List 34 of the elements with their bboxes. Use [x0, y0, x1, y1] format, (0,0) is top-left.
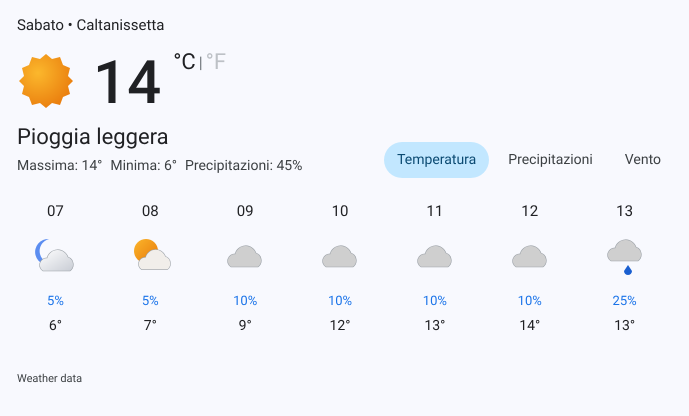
- hour-temperature: 9°: [238, 317, 252, 335]
- weather-detail: Minima: 6°: [110, 157, 178, 175]
- chart-tab[interactable]: Temperatura: [384, 142, 490, 178]
- hour-label: 10: [332, 201, 348, 221]
- precipitation-chance: 10%: [422, 293, 447, 311]
- hour-label: 12: [521, 201, 538, 221]
- hour-label: 08: [142, 201, 159, 221]
- chart-tab[interactable]: Precipitazioni: [495, 142, 606, 178]
- weather-detail: Precipitazioni: 45%: [185, 157, 302, 175]
- weather-data-link[interactable]: Weather data: [17, 371, 672, 388]
- hour-temperature: 7°: [144, 317, 157, 335]
- hour-label: 11: [426, 201, 444, 221]
- precipitation-chance: 10%: [328, 293, 352, 311]
- precipitation-chance: 25%: [612, 293, 637, 311]
- hour-temperature: 6°: [48, 317, 62, 335]
- precipitation-chance: 10%: [233, 293, 258, 311]
- precipitation-chance: 5%: [47, 293, 64, 311]
- hour-temperature: 13°: [424, 317, 446, 335]
- precipitation-chance: 5%: [142, 293, 159, 311]
- hour-label: 13: [616, 201, 634, 221]
- weather-condition: Pioggia leggera: [17, 124, 170, 152]
- hour-label: 09: [236, 201, 254, 221]
- hour-temperature: 14°: [519, 317, 540, 335]
- sun-icon: [17, 52, 75, 110]
- hour-temperature: 13°: [614, 317, 636, 335]
- precipitation-chance: 10%: [518, 293, 542, 311]
- location-header: Sabato • Caltanissetta: [17, 15, 166, 36]
- unit-separator: |: [198, 52, 203, 74]
- current-temperature: 14: [93, 48, 162, 118]
- unit-toggle[interactable]: °C: [173, 50, 196, 76]
- hour-label: 07: [46, 201, 64, 221]
- chart-tab[interactable]: Vento: [612, 142, 674, 178]
- weather-detail: Massima: 14°: [17, 157, 102, 175]
- hour-temperature: 12°: [330, 317, 350, 335]
